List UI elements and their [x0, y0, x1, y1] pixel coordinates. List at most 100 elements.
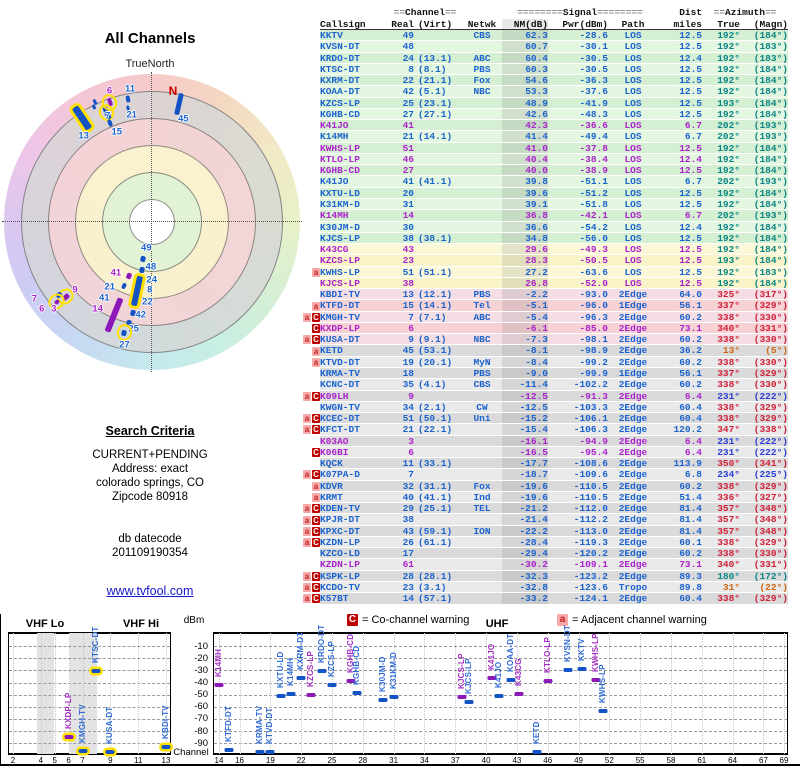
cell-virt [414, 323, 462, 333]
adjacent-channel-legend: a = Adjacent channel warning [557, 614, 707, 626]
cell-miles: 89.3 [679, 570, 702, 582]
polar-channel-label: 21 [104, 281, 115, 293]
tvfool-link[interactable]: www.tvfool.com [0, 584, 300, 598]
signal-marker [276, 694, 286, 699]
cell-true-azimuth: 350° [717, 458, 740, 470]
signal-marker [464, 699, 474, 704]
cell-path: LOS [624, 142, 642, 154]
signal-marker [378, 697, 388, 702]
col-real: Real [391, 18, 414, 30]
table-row-content: KTFD-DT 15 (14.1) Tel -5.1 -96.0 1Edge 56.1 337°… [320, 300, 788, 312]
cell-real: 48 [402, 41, 414, 53]
cell-pwr: -56.0 [579, 232, 608, 244]
cell-true-azimuth: 336° [717, 491, 740, 503]
cell-netwk: ION [473, 525, 491, 537]
station-label: KTVD-DT [265, 707, 275, 744]
co-channel-warning-icon: C [312, 335, 320, 345]
cell-nm: -15.4 [502, 424, 548, 435]
cell-netwk: MyN [473, 356, 491, 368]
cell-miles: 12.5 [679, 255, 702, 267]
channel-tick-label: 58 [666, 756, 676, 765]
co-channel-legend: C = Co-channel warning [347, 614, 469, 626]
gridline-vertical [13, 633, 14, 754]
cell-virt: (51.1) [418, 266, 453, 278]
table-row-content: KFCT-DT 21 (22.1) -15.4 -106.3 2Edge 120.2 347°… [320, 424, 788, 436]
dbm-tick-label: -30 [194, 664, 208, 676]
cell-netwk: CW [476, 401, 488, 413]
cell-path: 2Edge [618, 480, 648, 492]
cell-path: LOS [624, 266, 642, 278]
cell-pwr: -103.3 [573, 401, 608, 413]
cell-callsign: KCNC-DT [320, 379, 360, 391]
table-row: a C KMGH-TV 7 (7.1) ABC -5.4 -96.3 2Edge 60.2 338°… [299, 311, 791, 323]
cell-callsign: K41JO [320, 176, 349, 188]
channel-tick-label: 67 [759, 756, 768, 765]
table-row-content: KOAA-DT 42 (5.1) NBC 53.3 -37.6 LOS 12.5 192° (18… [320, 86, 788, 98]
cell-netwk [462, 131, 502, 141]
cell-true-azimuth: 192° [717, 277, 740, 289]
cell-nm: -9.0 [502, 367, 548, 379]
cell-pwr: -63.6 [579, 266, 608, 278]
channel-tick-label: 64 [728, 756, 738, 765]
co-channel-icon: C [347, 614, 358, 626]
adjacent-warning-icon: a [303, 515, 311, 525]
table-row-content: K31KM-D 31 39.1 -51.8 LOS 12.5 192° (184°) [320, 198, 788, 211]
cell-real: 34 [402, 401, 414, 413]
dbm-tick-label: -20 [194, 652, 208, 664]
cell-real: 18 [402, 367, 414, 379]
polar-channel-label: 41 [110, 267, 122, 279]
table-row: K30JM-D 30 36.6 -54.2 LOS 12.4 192° (184°) [299, 221, 791, 233]
table-row: a C K07PA-D 7 -18.7 -109.6 2Edge 6.8 234° (225°) [299, 469, 791, 481]
cell-true-azimuth: 338° [717, 356, 740, 368]
cell-miles: 12.5 [679, 63, 702, 75]
channel-tick-label: 6 [66, 756, 71, 765]
cell-netwk [462, 222, 502, 232]
table-row-content: KETD 45 (53.1) -8.1 -98.9 2Edge 36.2 13° (5°) [320, 345, 788, 357]
cell-netwk: Fox [473, 75, 491, 87]
cell-netwk [462, 98, 502, 108]
channel-tick-label: 40 [481, 756, 491, 765]
cell-virt: (25.1) [418, 503, 453, 515]
warning-cell [299, 233, 320, 244]
signal-marker [296, 676, 306, 680]
cell-nm: -2.2 [502, 289, 548, 300]
adjacent-warning-icon: a [303, 526, 311, 536]
cell-nm: -6.1 [502, 322, 548, 334]
table-row-content: K41JO 41 42.3 -36.6 LOS 6.7 202° (193°) [320, 120, 788, 132]
table-row-content: KGHB-CD 27 (27.1) 42.6 -48.3 LOS 12.5 192° (184°… [320, 108, 788, 121]
cell-virt: (50.1) [418, 413, 453, 425]
cell-callsign: KZCS-LP [320, 97, 360, 109]
signal-marker [265, 750, 275, 754]
cell-callsign: KKTV [320, 30, 343, 41]
table-row: KKTV 49 CBS 62.3 -28.6 LOS 12.5 192° (184°) [299, 30, 791, 42]
station-label: KXRM-DT [296, 631, 306, 670]
polar-center-circle [129, 199, 175, 245]
adjacent-warning-icon: a [303, 538, 311, 548]
cell-callsign: KETD [320, 345, 343, 357]
table-row-content: KPXC-DT 43 (59.1) ION -22.2 -113.0 2Edge 81.4 35… [320, 525, 788, 537]
warning-cell: C [299, 323, 320, 334]
signal-marker [389, 694, 399, 699]
channel-tick-label: 7 [80, 756, 85, 765]
cell-path: 2Edge [618, 424, 648, 436]
cell-true-azimuth: 192° [717, 142, 740, 154]
table-row-content: KGHB-CD 27 40.0 -38.9 LOS 12.5 192° (184°) [320, 165, 788, 177]
cell-path: 1Edge [618, 367, 648, 379]
cell-true-azimuth: 357° [717, 514, 740, 526]
db-datecode-line: db datecode [118, 533, 182, 545]
cell-callsign: KCEC-DT [320, 413, 360, 425]
station-label: KGHB-CD [351, 645, 361, 685]
search-criteria-heading: Search Criteria [105, 424, 195, 438]
warning-cell [299, 210, 320, 221]
cell-magn-azimuth: (184°) [753, 75, 788, 87]
cell-path: 2Edge [618, 525, 648, 537]
cell-virt: (13.1) [418, 52, 453, 64]
cell-real: 30 [402, 221, 414, 233]
cell-pwr: -106.3 [573, 424, 608, 436]
cell-magn-azimuth: (222°) [753, 390, 788, 402]
cell-true-azimuth: 338° [717, 593, 740, 605]
polar-channel-label: 8 [147, 284, 153, 296]
table-row: a C KDEN-TV 29 (25.1) TEL -21.2 -112.0 2Edge 81.4… [299, 503, 791, 515]
station-label: KXTU-LD [275, 651, 285, 689]
warning-cell: aC [299, 413, 320, 424]
